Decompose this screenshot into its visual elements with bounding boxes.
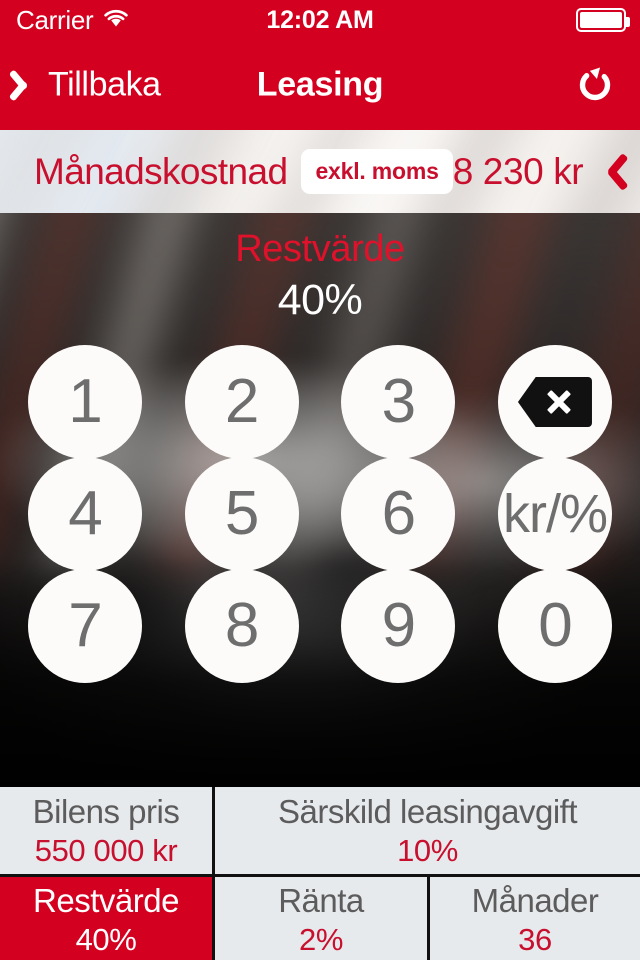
key-6[interactable]: 6: [341, 457, 456, 571]
summary-cell-residual-value[interactable]: Restvärde 40%: [0, 877, 212, 960]
key-backspace[interactable]: [497, 345, 612, 459]
numeric-keypad: 1 2 3 4 5 6 kr/% 7 8 9 0: [0, 345, 640, 683]
key-2-label: 2: [224, 367, 259, 436]
summary-cell-special-fee-label: Särskild leasingavgift: [278, 792, 578, 830]
chevron-right-icon: [599, 150, 625, 194]
key-5-label: 5: [224, 479, 259, 548]
key-7-label: 7: [68, 591, 102, 660]
keypad-row-1: 1 2 3: [0, 345, 640, 459]
key-3-label: 3: [381, 367, 416, 436]
key-1-label: 1: [68, 367, 102, 436]
key-2[interactable]: 2: [184, 345, 299, 459]
summary-cell-car-price-value: 550 000 kr: [34, 832, 178, 868]
summary-cell-interest[interactable]: Ränta 2%: [215, 877, 427, 960]
status-bar-right: [576, 8, 630, 32]
summary-row-2: Restvärde 40% Ränta 2% Månader 36: [0, 877, 640, 960]
key-4-label: 4: [68, 479, 102, 548]
readout-value: 40%: [277, 276, 363, 324]
active-field-readout: Restvärde 40%: [0, 225, 640, 327]
key-0[interactable]: 0: [497, 569, 612, 683]
key-9-label: 9: [381, 591, 416, 660]
summary-row-1: Bilens pris 550 000 kr Särskild leasingavg…: [0, 787, 640, 874]
page-title: Leasing: [256, 65, 384, 104]
monthly-cost-bar[interactable]: Månadskostnad exkl. moms 8 230 kr: [0, 130, 640, 213]
key-3[interactable]: 3: [341, 345, 456, 459]
refresh-button[interactable]: [572, 62, 618, 108]
readout-label: Restvärde: [235, 228, 405, 270]
key-1[interactable]: 1: [28, 345, 142, 459]
key-unit-toggle[interactable]: kr/%: [497, 457, 612, 571]
keypad-row-2: 4 5 6 kr/%: [0, 457, 640, 571]
refresh-icon: [579, 67, 611, 101]
key-0-label: 0: [538, 591, 572, 660]
key-8[interactable]: 8: [184, 569, 299, 683]
key-6-label: 6: [381, 479, 416, 548]
key-5[interactable]: 5: [184, 457, 299, 571]
backspace-icon: [517, 377, 592, 427]
summary-cell-months[interactable]: Månader 36: [430, 877, 640, 960]
car-photo-backdrop: Restvärde 40% 1 2 3 4 5 6 kr/% 7 8 9 0: [0, 213, 640, 787]
status-bar-clock: 12:02 AM: [266, 5, 374, 34]
summary-cell-months-label: Månader: [471, 882, 599, 919]
key-9[interactable]: 9: [341, 569, 456, 683]
summary-cell-special-fee-value: 10%: [397, 832, 458, 868]
summary-cell-car-price-label: Bilens pris: [32, 792, 180, 830]
summary-cell-months-value: 36: [518, 922, 552, 957]
key-7[interactable]: 7: [28, 569, 142, 683]
summary-grid: Bilens pris 550 000 kr Särskild leasingavg…: [0, 787, 640, 960]
summary-cell-residual-value-label: Restvärde: [33, 882, 179, 919]
monthly-cost-label: Månadskostnad: [34, 150, 288, 192]
app-screen: Carrier 12:02 AM Tillbaka Leasing Månads…: [0, 0, 640, 960]
nav-bar: Tillbaka Leasing: [0, 40, 640, 130]
status-bar: Carrier 12:02 AM: [0, 0, 640, 40]
battery-full-icon: [576, 8, 630, 32]
summary-cell-interest-value: 2%: [298, 922, 343, 957]
key-unit-toggle-label: kr/%: [502, 484, 608, 544]
key-8-label: 8: [224, 591, 259, 660]
summary-cell-special-fee[interactable]: Särskild leasingavgift 10%: [215, 787, 640, 874]
summary-cell-residual-value-value: 40%: [75, 922, 137, 957]
keypad-row-3: 7 8 9 0: [0, 569, 640, 683]
summary-cell-car-price[interactable]: Bilens pris 550 000 kr: [0, 787, 212, 874]
tax-note-badge: exkl. moms: [301, 149, 453, 194]
key-4[interactable]: 4: [28, 457, 142, 571]
summary-cell-interest-label: Ränta: [278, 882, 364, 919]
monthly-cost-value: 8 230 kr: [452, 150, 584, 192]
